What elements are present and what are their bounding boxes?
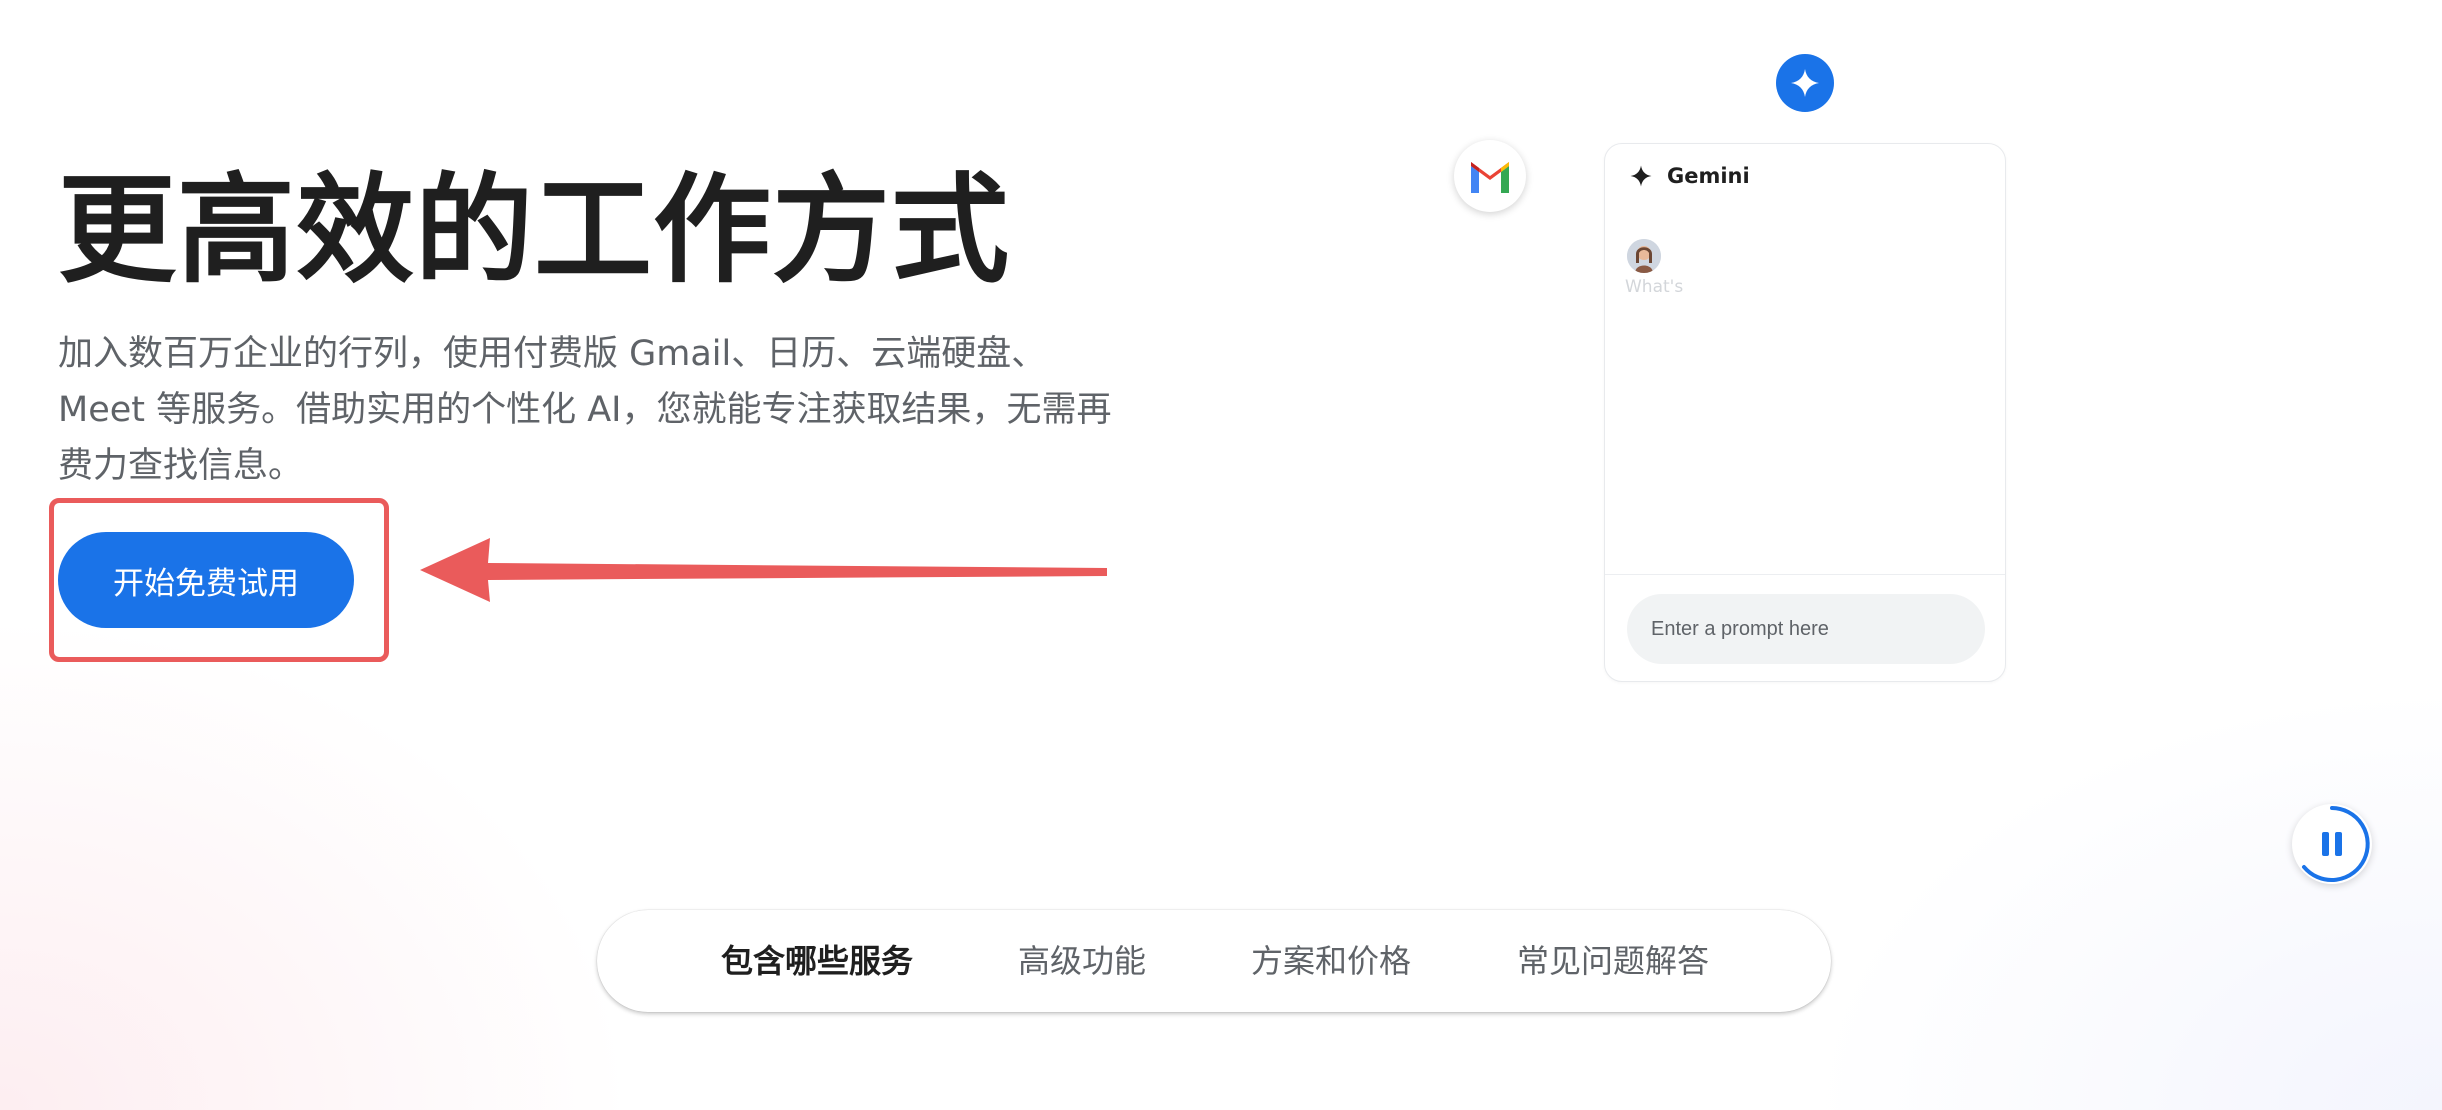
pause-button[interactable] xyxy=(2292,804,2372,884)
hero-description: 加入数百万企业的行列，使用付费版 Gmail、日历、云端硬盘、Meet 等服务。… xyxy=(58,334,1112,486)
gmail-logo-icon[interactable] xyxy=(1454,140,1526,212)
progress-ring xyxy=(2302,806,2370,882)
nav-item-included-services[interactable]: 包含哪些服务 xyxy=(721,910,913,1012)
section-nav-bar: 包含哪些服务 高级功能 方案和价格 常见问题解答 xyxy=(597,910,1831,1012)
hero-title: 更高效的工作方式 xyxy=(58,161,1011,299)
gemini-spark-icon xyxy=(1776,54,1834,112)
gemini-prompt-input[interactable] xyxy=(1627,594,1985,664)
annotation-highlight-box xyxy=(49,498,389,662)
gemini-chat-panel: Gemini What's xyxy=(1604,143,2006,682)
panel-divider xyxy=(1605,574,2005,575)
user-avatar xyxy=(1627,239,1661,273)
nav-item-advanced-features[interactable]: 高级功能 xyxy=(1018,910,1146,1012)
gemini-panel-title: Gemini xyxy=(1667,164,1750,188)
gemini-panel-header: Gemini xyxy=(1629,164,1750,188)
annotation-arrow xyxy=(420,538,1107,602)
chat-message-snippet: What's xyxy=(1625,277,1684,297)
nav-item-plans-pricing[interactable]: 方案和价格 xyxy=(1251,910,1411,1012)
gemini-spark-icon xyxy=(1630,165,1652,187)
nav-item-faq[interactable]: 常见问题解答 xyxy=(1517,910,1709,1012)
